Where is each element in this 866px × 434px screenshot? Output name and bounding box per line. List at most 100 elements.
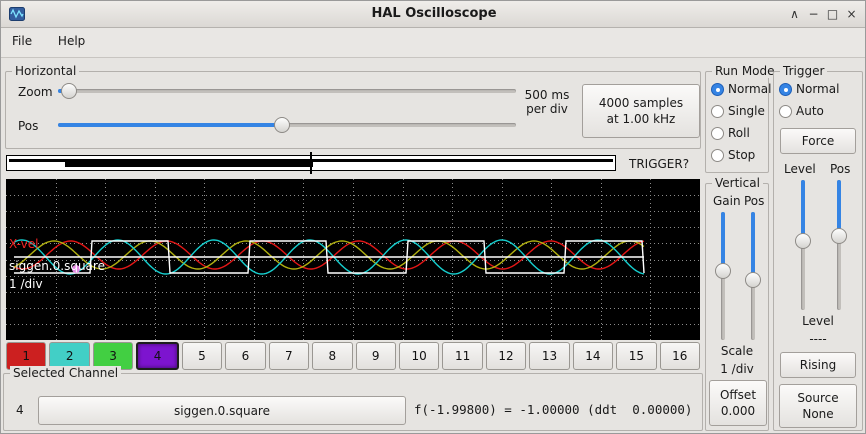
run-mode-single-label: Single <box>728 104 765 118</box>
trigger-normal-label: Normal <box>796 82 839 96</box>
trigger-edge-button[interactable]: Rising <box>780 352 856 378</box>
run-mode-normal-label: Normal <box>728 82 771 96</box>
vertical-pos-slider[interactable] <box>744 212 762 340</box>
selected-channel-section: Selected Channel 4 siggen.0.square f(-1.… <box>3 373 703 431</box>
gain-slider[interactable] <box>714 212 732 340</box>
force-trigger-button[interactable]: Force <box>780 128 856 154</box>
run-mode-single[interactable]: Single <box>711 102 765 120</box>
close-button[interactable]: × <box>842 5 861 24</box>
menu-file[interactable]: File <box>1 28 43 54</box>
trigger-auto[interactable]: Auto <box>779 102 824 120</box>
channel-button-10[interactable]: 10 <box>399 342 439 370</box>
trigger-status: TRIGGER? <box>629 157 689 171</box>
samples-info-button[interactable]: 4000 samples at 1.00 kHz <box>582 84 700 138</box>
position-slider[interactable] <box>58 116 516 134</box>
vertical-label: Vertical <box>712 176 763 190</box>
scale-value: 1 /div <box>706 362 768 376</box>
vertical-pos-label: Pos <box>744 194 764 208</box>
trigger-pos-slider[interactable] <box>830 180 848 310</box>
hal-oscilloscope-window: HAL Oscilloscope ∧ − □ × File Help Horiz… <box>0 0 866 434</box>
run-mode-stop-label: Stop <box>728 148 755 162</box>
channel-button-12[interactable]: 12 <box>486 342 526 370</box>
gain-label: Gain <box>713 194 741 208</box>
radio-icon <box>779 83 792 96</box>
radio-icon <box>711 127 724 140</box>
run-mode-section: Run Mode Normal Single Roll Stop <box>705 71 769 173</box>
pos-label: Pos <box>18 119 38 133</box>
offset-button[interactable]: Offset 0.000 <box>709 380 767 426</box>
time-per-div-value: 500 ms <box>516 88 578 102</box>
scale-caption: Scale <box>706 344 768 358</box>
samples-rate: at 1.00 kHz <box>607 111 676 127</box>
vertical-section: Vertical Gain Pos Scale 1 /div Offset 0.… <box>705 183 769 431</box>
record-position-bar <box>6 155 616 171</box>
trigger-normal[interactable]: Normal <box>779 80 839 98</box>
scope-display: X-vel siggen.0.square 1 /div <box>6 179 700 340</box>
zoom-slider-track <box>58 89 516 93</box>
channel-button-6[interactable]: 6 <box>225 342 265 370</box>
channel-name-button[interactable]: siggen.0.square <box>38 396 406 425</box>
menu-help[interactable]: Help <box>47 28 96 54</box>
selected-channel-number: 4 <box>16 403 24 417</box>
run-mode-label: Run Mode <box>712 64 778 78</box>
trigger-level-handle[interactable] <box>795 233 811 249</box>
time-per-div: 500 ms per div <box>516 88 578 116</box>
trigger-auto-label: Auto <box>796 104 824 118</box>
trigger-section: Trigger Normal Auto Force Level Pos Leve… <box>773 71 863 431</box>
offset-label: Offset <box>720 387 756 403</box>
trigger-level-value: ---- <box>774 332 862 346</box>
channel-button-9[interactable]: 9 <box>356 342 396 370</box>
menubar: File Help <box>1 28 866 58</box>
radio-icon <box>779 105 792 118</box>
run-mode-normal[interactable]: Normal <box>711 80 771 98</box>
trigger-level-slider[interactable] <box>794 180 812 310</box>
channel-value-readout: f(-1.99800) = -1.00000 (ddt 0.00000) <box>414 402 692 417</box>
titlebar: HAL Oscilloscope ∧ − □ × <box>1 1 866 28</box>
channel-button-7[interactable]: 7 <box>269 342 309 370</box>
channel-button-15[interactable]: 15 <box>616 342 656 370</box>
channel-button-4[interactable]: 4 <box>136 342 178 370</box>
trigger-level-label: Level <box>784 162 816 176</box>
selected-channel-label: Selected Channel <box>10 366 121 380</box>
trigger-label: Trigger <box>780 64 827 78</box>
trigger-level-caption: Level <box>774 314 862 328</box>
scope-scale-label: 1 /div <box>9 277 43 291</box>
horizontal-label: Horizontal <box>12 64 79 78</box>
trigger-pos-handle[interactable] <box>831 228 847 244</box>
scope-channel1-label: X-vel <box>9 237 38 251</box>
channel-button-16[interactable]: 16 <box>660 342 700 370</box>
position-slider-handle[interactable] <box>274 117 290 133</box>
trigger-source-value: None <box>802 406 833 422</box>
channel-button-14[interactable]: 14 <box>573 342 613 370</box>
samples-count: 4000 samples <box>599 95 683 111</box>
channel-button-8[interactable]: 8 <box>312 342 352 370</box>
channel-button-5[interactable]: 5 <box>182 342 222 370</box>
window-controls: ∧ − □ × <box>785 5 861 24</box>
run-mode-roll-label: Roll <box>728 126 750 140</box>
zoom-label: Zoom <box>18 85 53 99</box>
vertical-pos-handle[interactable] <box>745 272 761 288</box>
run-mode-stop[interactable]: Stop <box>711 146 755 164</box>
trigger-source-label: Source <box>797 390 838 406</box>
trigger-pos-label: Pos <box>830 162 850 176</box>
trigger-pos-track <box>837 180 841 310</box>
channel-button-11[interactable]: 11 <box>442 342 482 370</box>
scope-canvas <box>6 179 700 340</box>
run-mode-roll[interactable]: Roll <box>711 124 750 142</box>
window-title: HAL Oscilloscope <box>1 6 866 21</box>
minimize-button[interactable]: − <box>804 5 823 24</box>
gain-slider-handle[interactable] <box>715 263 731 279</box>
channel-button-13[interactable]: 13 <box>529 342 569 370</box>
horizontal-section: Horizontal Zoom Pos 500 ms per div 4000 … <box>5 71 701 149</box>
radio-icon <box>711 83 724 96</box>
record-filled-segment <box>65 159 313 167</box>
maximize-button[interactable]: □ <box>823 5 842 24</box>
radio-icon <box>711 149 724 162</box>
radio-icon <box>711 105 724 118</box>
offset-value: 0.000 <box>721 403 755 419</box>
trigger-source-button[interactable]: Source None <box>779 384 857 428</box>
shade-button[interactable]: ∧ <box>785 5 804 24</box>
zoom-slider-handle[interactable] <box>61 83 77 99</box>
zoom-slider[interactable] <box>58 82 516 100</box>
time-per-div-caption: per div <box>516 102 578 116</box>
